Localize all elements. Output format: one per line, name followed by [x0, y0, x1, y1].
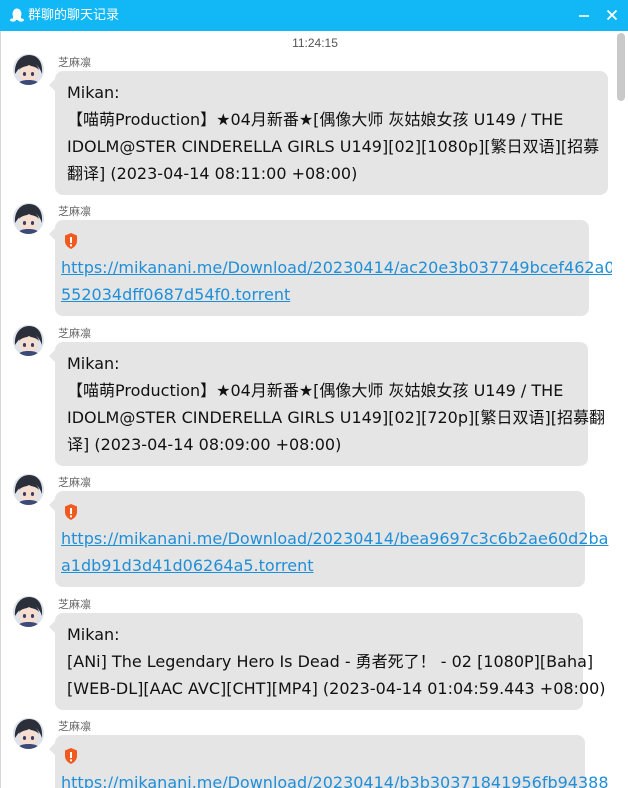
chat-history: 11:24:15 芝麻凛 Mikan: 【喵萌Production】★04月新番…: [0, 31, 612, 788]
message-line: [WEB-DL][AAC AVC][CHT][MP4] (2023-04-14 …: [67, 679, 606, 698]
avatar[interactable]: [13, 718, 44, 749]
message-bubble[interactable]: Mikan: 【喵萌Production】★04月新番★[偶像大师 灰姑娘女孩 …: [49, 71, 608, 195]
message-timestamp: 11:24:15: [292, 36, 338, 50]
warning-shield-icon: [65, 504, 77, 520]
message-line: IDOLM@STER CINDERELLA GIRLS U149][02][72…: [67, 408, 605, 427]
sender-name: 芝麻凛: [58, 720, 91, 733]
message-bubble[interactable]: https://mikanani.me/Download/20230414/b3…: [49, 735, 609, 788]
message-bubble[interactable]: https://mikanani.me/Download/20230414/be…: [49, 491, 608, 587]
warning-shield-icon: [65, 233, 77, 249]
avatar[interactable]: [13, 596, 44, 627]
sender-name: 芝麻凛: [58, 476, 91, 489]
sender-name: 芝麻凛: [58, 205, 91, 218]
message-bubble[interactable]: https://mikanani.me/Download/20230414/ac…: [49, 220, 612, 316]
message-line: Mikan:: [67, 354, 120, 373]
message-line: 【喵萌Production】★04月新番★[偶像大师 灰姑娘女孩 U149 / …: [67, 381, 564, 400]
torrent-link[interactable]: 552034dff0687d54f0.torrent: [61, 281, 581, 308]
message-bubble[interactable]: Mikan: [ANi] The Legendary Hero Is Dead …: [49, 613, 606, 710]
scrollbar[interactable]: [612, 31, 628, 788]
torrent-link[interactable]: https://mikanani.me/Download/20230414/be…: [61, 525, 608, 552]
torrent-link[interactable]: https://mikanani.me/Download/20230414/ac…: [61, 254, 612, 281]
torrent-link[interactable]: https://mikanani.me/Download/20230414/b3…: [61, 769, 609, 788]
message-line: IDOLM@STER CINDERELLA GIRLS U149][02][10…: [67, 137, 600, 156]
message-line: [ANi] The Legendary Hero Is Dead - 勇者死了！…: [67, 652, 594, 671]
qq-penguin-icon: [10, 8, 24, 22]
torrent-link[interactable]: a1db91d3d41d06264a5.torrent: [61, 552, 577, 579]
message-bubble[interactable]: Mikan: 【喵萌Production】★04月新番★[偶像大师 灰姑娘女孩 …: [49, 342, 605, 466]
avatar[interactable]: [13, 54, 44, 85]
message-line: 【喵萌Production】★04月新番★[偶像大师 灰姑娘女孩 U149 / …: [67, 110, 564, 129]
message-line: 翻译] (2023-04-14 08:11:00 +08:00): [67, 164, 358, 183]
warning-shield-icon: [65, 748, 77, 764]
avatar[interactable]: [13, 474, 44, 505]
sender-name: 芝麻凛: [58, 56, 91, 69]
scrollbar-thumb[interactable]: [617, 33, 625, 101]
avatar[interactable]: [13, 325, 44, 356]
message-line: Mikan:: [67, 83, 120, 102]
title-bar: 群聊的聊天记录: [0, 0, 628, 31]
message-line: 译] (2023-04-14 08:09:00 +08:00): [67, 435, 342, 454]
avatar[interactable]: [13, 203, 44, 234]
sender-name: 芝麻凛: [58, 598, 91, 611]
minimize-icon[interactable]: [576, 7, 592, 23]
window-title: 群聊的聊天记录: [28, 8, 120, 23]
close-icon[interactable]: [604, 7, 620, 23]
message-line: Mikan:: [67, 625, 120, 644]
sender-name: 芝麻凛: [58, 327, 91, 340]
